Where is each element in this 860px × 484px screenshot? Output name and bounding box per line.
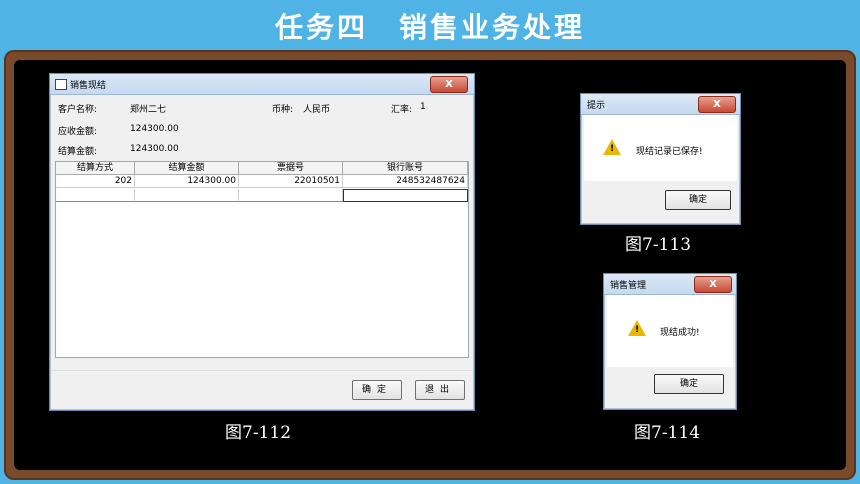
close-button[interactable]: X: [430, 76, 468, 93]
cell-method[interactable]: 202: [56, 175, 135, 188]
figure-caption-113: 图7-113: [625, 235, 692, 255]
empty-cell[interactable]: [239, 189, 343, 202]
cell-bill-number[interactable]: 22010501: [239, 175, 343, 188]
sales-cash-settlement-window: 销售现结 X 客户名称: 郑州二七 币种: 人民币 汇率: 1 应收金额: 12…: [49, 73, 475, 411]
empty-cell[interactable]: [135, 189, 239, 202]
slide-header: 任务四 销售业务处理: [0, 0, 860, 50]
customer-value: 郑州二七: [130, 105, 167, 115]
receivable-value: 124300.00: [130, 124, 179, 134]
receivable-label: 应收金额:: [58, 127, 98, 137]
dialog-title: 销售管理: [610, 281, 647, 291]
ok-button[interactable]: 确定: [665, 190, 731, 210]
cell-amount[interactable]: 124300.00: [135, 175, 239, 188]
rate-value: 1: [420, 102, 426, 112]
dialog-message: 现结记录已保存!: [636, 147, 703, 157]
settle-amount-value: 124300.00: [130, 144, 179, 154]
dialog-title: 提示: [587, 101, 606, 111]
empty-cell-selected[interactable]: [343, 189, 468, 202]
figure-caption-112: 图7-112: [225, 423, 292, 443]
warning-icon-mark: !: [634, 325, 640, 335]
rate-label: 汇率:: [391, 105, 413, 115]
success-dialog: 销售管理 X ! 现结成功! 确定: [603, 273, 737, 410]
column-header-bill-number[interactable]: 票据号: [239, 162, 343, 175]
customer-label: 客户名称:: [58, 105, 98, 115]
ok-button[interactable]: 确定: [654, 374, 724, 394]
slide-title: 任务四 销售业务处理: [274, 11, 585, 44]
dialog-message: 现结成功!: [660, 328, 700, 338]
dialog-titlebar: 提示 X: [581, 94, 740, 115]
confirm-button[interactable]: 确定: [352, 380, 402, 400]
warning-icon-mark: !: [609, 144, 615, 154]
empty-cell[interactable]: [56, 189, 135, 202]
column-header-amount[interactable]: 结算金额: [135, 162, 239, 175]
currency-value: 人民币: [303, 105, 331, 115]
column-header-bank-account[interactable]: 银行账号: [343, 162, 468, 175]
window-titlebar: 销售现结 X: [50, 74, 474, 95]
column-header-method[interactable]: 结算方式: [56, 162, 135, 175]
exit-button[interactable]: 退出: [415, 380, 465, 400]
dialog-titlebar: 销售管理 X: [604, 274, 736, 295]
settlement-grid[interactable]: 结算方式 结算金额 票据号 银行账号 202 124300.00 2201050…: [55, 161, 469, 358]
cell-bank-account[interactable]: 248532487624: [343, 175, 468, 188]
close-button[interactable]: X: [694, 276, 732, 293]
saved-dialog: 提示 X ! 现结记录已保存! 确定: [580, 93, 741, 225]
settle-amount-label: 结算金额:: [58, 147, 98, 157]
currency-label: 币种:: [272, 105, 294, 115]
figure-caption-114: 图7-114: [634, 423, 701, 443]
window-icon: [55, 79, 67, 90]
close-button[interactable]: X: [698, 96, 736, 113]
window-footer: [51, 370, 473, 409]
window-title: 销售现结: [70, 81, 107, 91]
